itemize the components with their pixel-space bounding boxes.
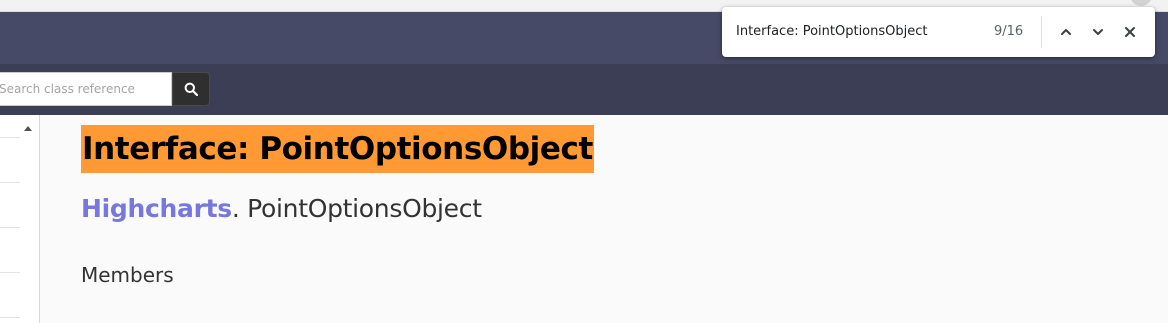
scrollbar-up-arrow-icon[interactable] xyxy=(22,123,34,133)
breadcrumb-separator: . xyxy=(231,194,248,223)
chevron-down-icon xyxy=(1093,29,1103,35)
close-icon xyxy=(1125,27,1135,37)
breadcrumb-current: PointOptionsObject xyxy=(247,194,482,223)
chevron-up-icon xyxy=(1061,29,1071,35)
sidebar-divider xyxy=(0,137,20,138)
search-icon xyxy=(184,82,198,96)
sidebar-divider xyxy=(0,317,20,318)
page-title: Interface: PointOptionsObject xyxy=(81,125,594,173)
sidebar-divider xyxy=(0,272,20,273)
find-match-count: 9/16 xyxy=(994,24,1024,39)
browser-profile-button[interactable] xyxy=(1130,0,1152,6)
members-heading: Members xyxy=(81,263,174,287)
find-in-page-bar: Interface: PointOptionsObject 9/16 xyxy=(722,7,1155,57)
find-input[interactable]: Interface: PointOptionsObject xyxy=(736,7,928,57)
breadcrumb-namespace-link[interactable]: Highcharts xyxy=(81,194,232,223)
find-close-button[interactable] xyxy=(1118,20,1142,44)
find-divider xyxy=(1041,16,1042,48)
breadcrumb: Highcharts. PointOptionsObject xyxy=(81,192,482,226)
find-next-button[interactable] xyxy=(1086,20,1110,44)
find-previous-button[interactable] xyxy=(1054,20,1078,44)
sidebar-divider xyxy=(0,227,20,228)
search-input[interactable] xyxy=(0,72,172,106)
sidebar-nav[interactable] xyxy=(0,115,40,323)
sidebar-divider xyxy=(0,182,20,183)
search-button[interactable] xyxy=(172,72,210,106)
